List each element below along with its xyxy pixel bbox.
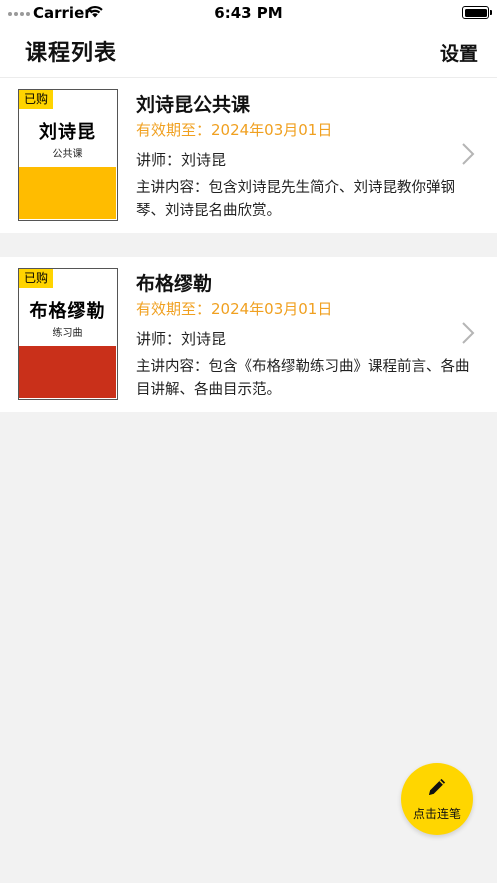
course-description: 主讲内容：包含刘诗昆先生简介、刘诗昆教你弹钢琴、刘诗昆名曲欣赏。 [136, 180, 455, 219]
course-list-item[interactable]: 已购 布格缪勒 练习曲 布格缪勒 有效期至：2024年03月01日 讲师：刘诗昆… [0, 257, 497, 412]
fab-label: 点击连笔 [412, 807, 461, 821]
course-teacher: 讲师：刘诗昆 [136, 330, 227, 348]
course-title: 刘诗昆公共课 [136, 94, 251, 116]
nav-bar: 课程列表 设置 [0, 28, 497, 78]
course-cover: 已购 布格缪勒 练习曲 [18, 268, 118, 400]
course-description: 主讲内容：包含《布格缪勒练习曲》课程前言、各曲目讲解、各曲目示范。 [136, 359, 470, 398]
course-cover: 已购 刘诗昆 公共课 [18, 89, 118, 221]
course-title: 布格缪勒 [136, 273, 213, 295]
cover-subtitle: 公共课 [52, 149, 83, 160]
chevron-right-icon [462, 322, 475, 344]
purchased-badge: 已购 [19, 90, 53, 109]
battery-icon [462, 6, 489, 19]
course-list-item[interactable]: 已购 刘诗昆 公共课 刘诗昆公共课 有效期至：2024年03月01日 讲师：刘诗… [0, 78, 497, 233]
course-teacher: 讲师：刘诗昆 [136, 151, 227, 169]
chevron-right-icon [462, 143, 475, 165]
practice-fab-button[interactable]: 点击连笔 [401, 763, 473, 835]
cover-subtitle: 练习曲 [52, 328, 83, 339]
cover-name: 布格缪勒 [29, 301, 106, 322]
settings-button[interactable]: 设置 [440, 39, 478, 66]
purchased-badge: 已购 [19, 269, 53, 288]
cover-color-band [19, 346, 116, 398]
status-bar: Carrier 6:43 PM [0, 0, 497, 28]
status-time: 6:43 PM [214, 4, 283, 22]
cover-name: 刘诗昆 [39, 122, 96, 143]
battery-tip [490, 10, 492, 15]
course-expiry: 有效期至：2024年03月01日 [136, 300, 333, 318]
course-expiry: 有效期至：2024年03月01日 [136, 121, 333, 139]
pencil-icon [429, 778, 446, 795]
cover-color-band [19, 167, 116, 219]
page-title: 课程列表 [25, 41, 118, 66]
